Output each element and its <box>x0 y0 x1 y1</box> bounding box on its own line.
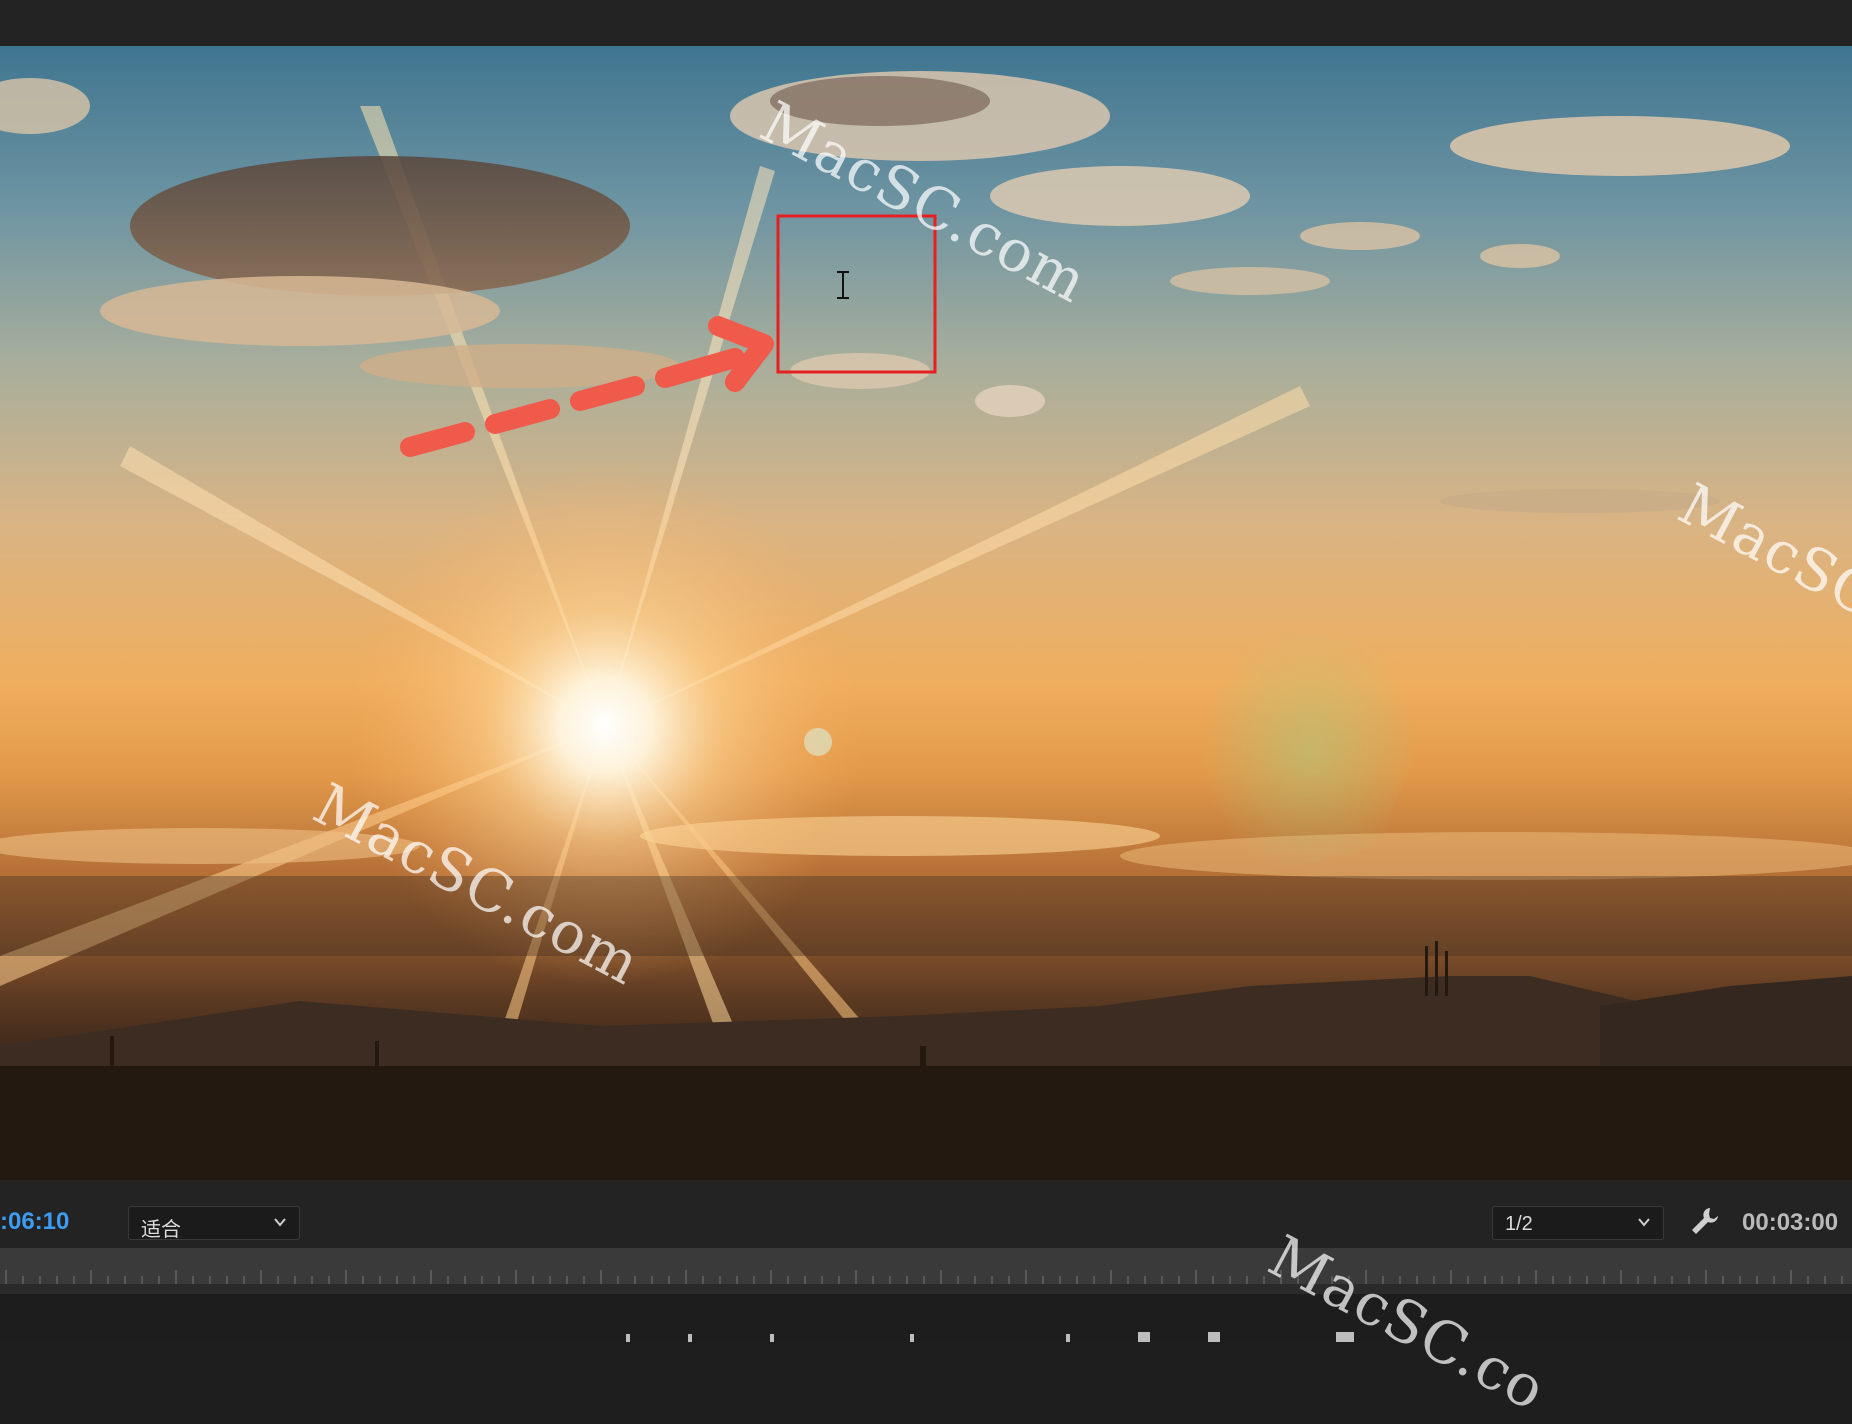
zoom-level-dropdown[interactable]: 适合 <box>128 1206 300 1241</box>
zoom-level-value: 适合 <box>141 1219 181 1241</box>
wrench-icon[interactable] <box>1688 1204 1722 1238</box>
transport-controls-bar <box>0 1294 1852 1342</box>
city-silhouette <box>0 1066 1852 1180</box>
playhead-timecode[interactable]: :06:10 <box>0 1208 69 1236</box>
resolution-value: 1/2 <box>1505 1213 1533 1235</box>
chevron-down-icon <box>274 1218 286 1227</box>
transport-icons <box>626 1332 1354 1342</box>
playback-resolution-dropdown[interactable]: 1/2 <box>1492 1206 1664 1240</box>
duration-timecode: 00:03:00 <box>1742 1209 1839 1236</box>
text-cursor-icon <box>837 271 849 299</box>
highlight-box <box>776 214 937 374</box>
chevron-down-icon <box>1638 1218 1650 1227</box>
ruler-ticks <box>0 1270 1852 1294</box>
top-panel-bar <box>0 0 1852 46</box>
timeline-ruler[interactable] <box>0 1248 1852 1294</box>
